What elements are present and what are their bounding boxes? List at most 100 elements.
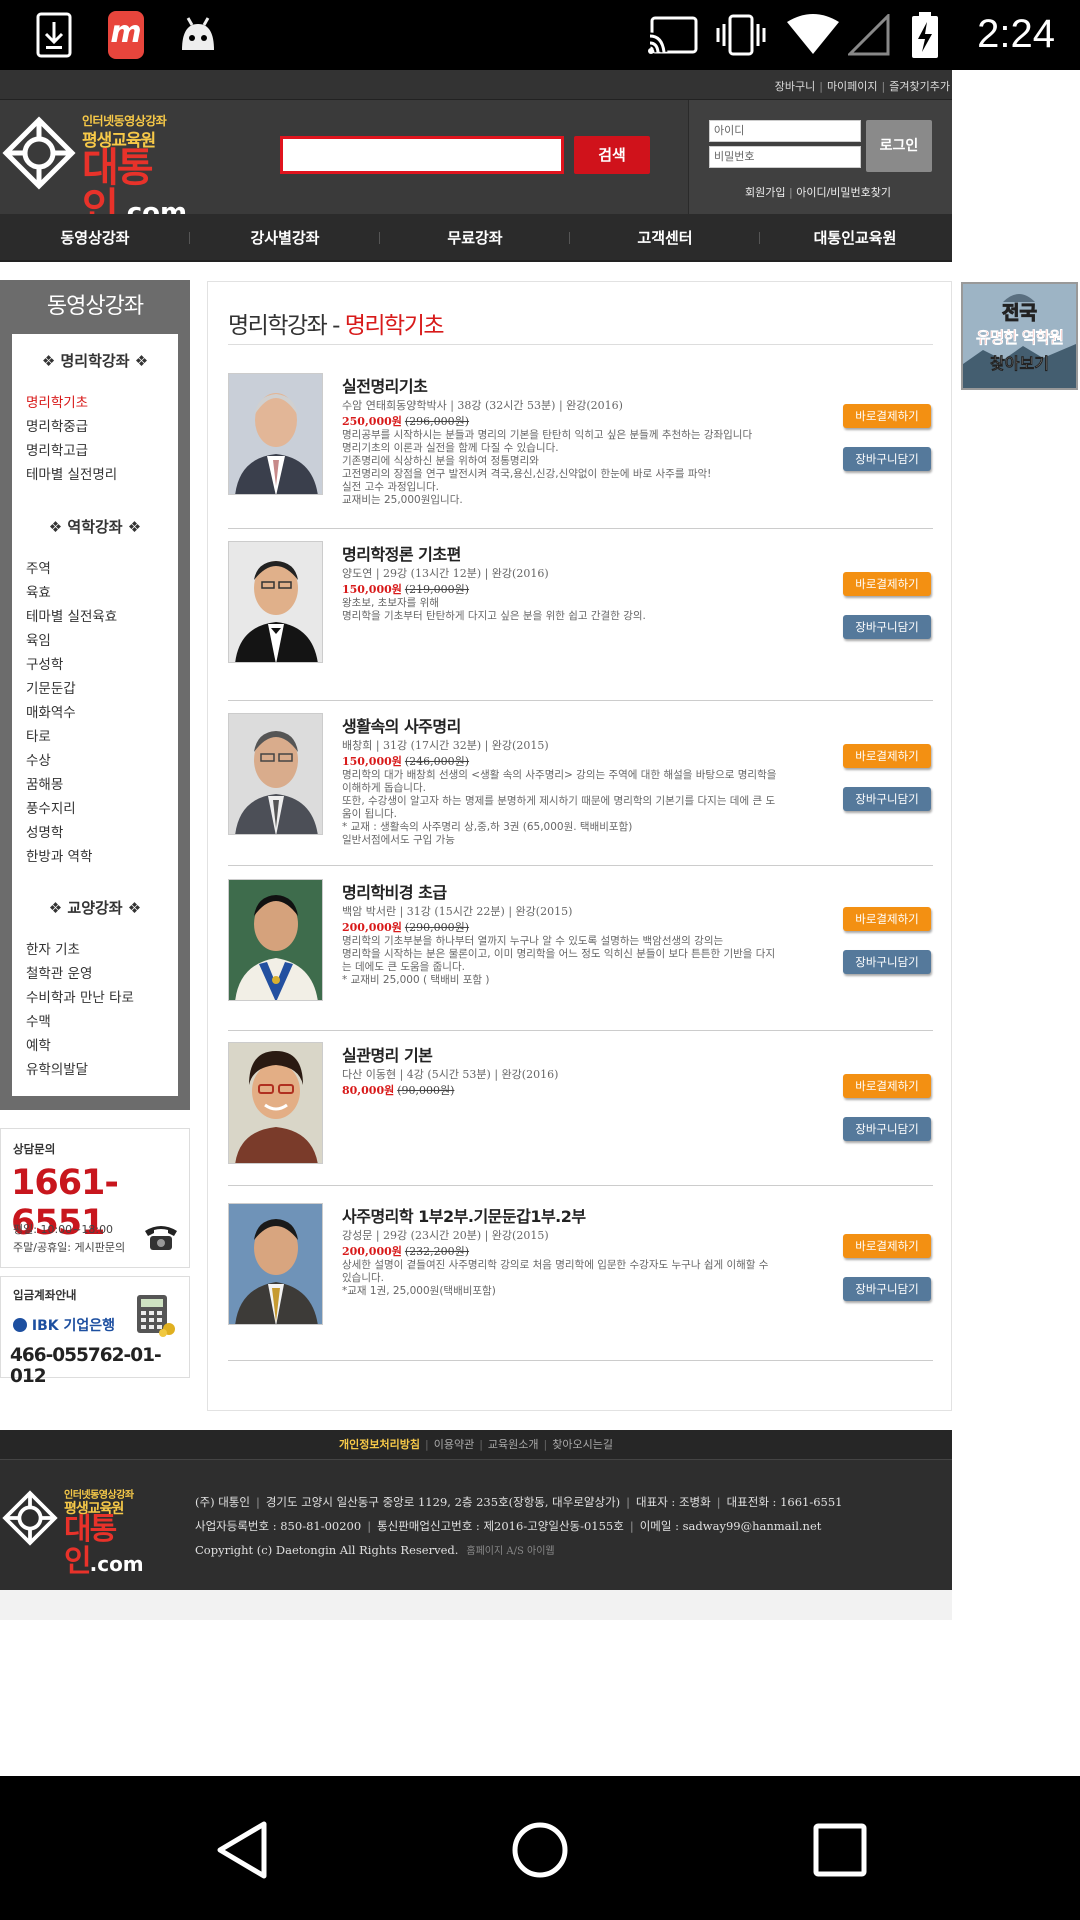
add-to-cart-button[interactable]: 장바구니담기 [843, 447, 931, 471]
footer-registration-info: 사업자등록번호 : 850-81-00200 | 통신판매업신고번호 : 제2016… [195, 1519, 822, 1533]
battery-charging-icon [912, 12, 938, 58]
mypage-link[interactable]: 마이페이지 [827, 80, 878, 93]
nav-institute[interactable]: 대통인교육원 [760, 214, 950, 262]
sidebar-item-yukhyo[interactable]: 육효 [26, 581, 51, 601]
user-id-field[interactable]: 아이디 [709, 120, 861, 142]
sidebar: 동영상강좌 ❖ 명리학강좌 ❖ 명리학기초 명리학중급 명리학고급 테마별 실전… [0, 280, 190, 1110]
nav-video-lectures[interactable]: 동영상강좌 [0, 214, 190, 262]
site-container: 장바구니 | 마이페이지 | 즐겨찾기추가 인터넷동영상강좌 평생교육원 대통인.com… [0, 70, 952, 1620]
instructor-photo[interactable] [228, 713, 323, 835]
sidebar-item-juyeok[interactable]: 주역 [26, 557, 51, 577]
sidebar-item-gimun[interactable]: 기문둔갑 [26, 677, 76, 697]
cart-link[interactable]: 장바구니 [775, 80, 815, 93]
sidebar-item-theme-yukhyo[interactable]: 테마별 실전육효 [26, 605, 117, 625]
add-to-cart-button[interactable]: 장바구니담기 [843, 1117, 931, 1141]
sidebar-item-naming[interactable]: 성명학 [26, 821, 63, 841]
sidebar-item-hanja[interactable]: 한자 기초 [26, 938, 80, 958]
ibk-logo-icon [13, 1318, 27, 1332]
home-icon[interactable] [510, 1820, 570, 1880]
recents-icon[interactable] [812, 1822, 868, 1878]
buy-now-button[interactable]: 바로결제하기 [843, 1074, 931, 1098]
sidebar-group-myeongri: ❖ 명리학강좌 ❖ [41, 352, 149, 370]
search-input[interactable] [280, 136, 564, 174]
sidebar-item-tarot[interactable]: 타로 [26, 725, 51, 745]
instructor-photo[interactable] [228, 1042, 323, 1164]
buy-now-button[interactable]: 바로결제하기 [843, 404, 931, 428]
privacy-policy-link[interactable]: 개인정보처리방침 [339, 1438, 420, 1451]
course-title[interactable]: 명리학비경 초급 [342, 879, 447, 903]
buy-now-button[interactable]: 바로결제하기 [843, 1234, 931, 1258]
terms-link[interactable]: 이용약관 [434, 1438, 474, 1451]
sidebar-item-dream[interactable]: 꿈해몽 [26, 773, 63, 793]
course-title[interactable]: 생활속의 사주명리 [342, 713, 461, 737]
search-button[interactable]: 검색 [574, 136, 650, 174]
site-logo[interactable]: 인터넷동영상강좌 평생교육원 대통인.com [2, 112, 232, 228]
page-title: 명리학강좌 - 명리학기초 [228, 313, 445, 339]
divider [228, 344, 933, 345]
sidebar-item-sumaek[interactable]: 수맥 [26, 1010, 51, 1030]
separator: | [479, 1438, 483, 1451]
instructor-photo[interactable] [228, 373, 323, 495]
course-title[interactable]: 사주명리학 1부2부.기문둔갑1부.2부 [342, 1203, 586, 1227]
add-to-cart-button[interactable]: 장바구니담기 [843, 615, 931, 639]
sidebar-item-numerology-tarot[interactable]: 수비학과 만난 타로 [26, 986, 134, 1006]
course-price: 80,000원 (90,000원) [342, 1084, 455, 1097]
add-to-cart-button[interactable]: 장바구니담기 [843, 950, 931, 974]
buy-now-button[interactable]: 바로결제하기 [843, 744, 931, 768]
course-title[interactable]: 명리학정론 기초편 [342, 541, 461, 565]
course-title[interactable]: 실관명리 기본 [342, 1042, 433, 1066]
about-link[interactable]: 교육원소개 [488, 1438, 539, 1451]
footer-credit[interactable]: 홈페이지 A/S 아이웹 [466, 1546, 554, 1557]
footer-copyright: Copyright (c) Daetongin All Rights Reser… [195, 1543, 555, 1557]
add-to-cart-button[interactable]: 장바구니담기 [843, 1277, 931, 1301]
instructor-photo[interactable] [228, 879, 323, 1001]
nav-customer-center[interactable]: 고객센터 [570, 214, 760, 262]
bank-name: IBK 기업은행 [13, 1315, 117, 1335]
vibrate-icon [716, 14, 766, 56]
instructor-photo[interactable] [228, 1203, 323, 1325]
course-price: 150,000원 (219,000원) [342, 583, 470, 596]
academy-finder-banner[interactable]: 전국 유명한 역학원 찾아보기 [961, 282, 1078, 390]
sidebar-item-herbal[interactable]: 한방과 역학 [26, 845, 92, 865]
sidebar-item-confucian[interactable]: 유학의발달 [26, 1058, 88, 1078]
instructor-photo[interactable] [228, 541, 323, 663]
footer-bottom-strip [0, 1590, 952, 1620]
sidebar-item-susang[interactable]: 수상 [26, 749, 51, 769]
top-links: 장바구니 | 마이페이지 | 즐겨찾기추가 [775, 78, 950, 94]
login-button[interactable]: 로그인 [866, 120, 932, 172]
course-title[interactable]: 실전명리기초 [342, 373, 428, 397]
sidebar-item-management[interactable]: 철학관 운영 [26, 962, 92, 982]
logo-emblem-icon [2, 1490, 58, 1546]
password-field[interactable]: 비밀번호 [709, 146, 861, 168]
top-links-bar: 장바구니 | 마이페이지 | 즐겨찾기추가 [0, 70, 952, 100]
buy-now-button[interactable]: 바로결제하기 [843, 907, 931, 931]
directions-link[interactable]: 찾아오시는길 [552, 1438, 613, 1451]
course-price: 150,000원 (246,000원) [342, 755, 470, 768]
nav-instructor-lectures[interactable]: 강사별강좌 [190, 214, 380, 262]
separator: | [788, 186, 793, 199]
back-icon[interactable] [212, 1820, 272, 1880]
sidebar-item-fengshui[interactable]: 풍수지리 [26, 797, 76, 817]
bookmark-link[interactable]: 즐겨찾기추가 [889, 80, 950, 93]
web-page: 장바구니 | 마이페이지 | 즐겨찾기추가 인터넷동영상강좌 평생교육원 대통인.com… [0, 70, 1080, 1776]
course-description: 왕초보, 초보자를 위해 명리학을 기초부터 탄탄하게 다지고 싶은 분을 위한… [342, 597, 646, 622]
course-price: 250,000원 (296,000원) [342, 415, 470, 428]
add-to-cart-button[interactable]: 장바구니담기 [843, 787, 931, 811]
join-link[interactable]: 회원가입 [745, 186, 785, 199]
sidebar-item-myeongri-intermediate[interactable]: 명리학중급 [26, 415, 88, 435]
nav-free-lectures[interactable]: 무료강좌 [380, 214, 570, 262]
wifi-icon [787, 14, 839, 54]
course-item: 명리학비경 초급 백암 박서란 | 31강 (15시간 22분) | 완강(20… [228, 879, 933, 1031]
sidebar-item-guseonghak[interactable]: 구성학 [26, 653, 63, 673]
sidebar-item-maehwa[interactable]: 매화역수 [26, 701, 76, 721]
sidebar-item-myeongri-basic[interactable]: 명리학기초 [26, 391, 88, 411]
sidebar-item-yehak[interactable]: 예학 [26, 1034, 51, 1054]
buy-now-button[interactable]: 바로결제하기 [843, 572, 931, 596]
consult-hours: 평일: 10:00~18:00 [13, 1223, 114, 1236]
sidebar-item-theme-myeongri[interactable]: 테마별 실전명리 [26, 463, 117, 483]
find-account-link[interactable]: 아이디/비밀번호찾기 [796, 186, 891, 199]
separator: | [543, 1438, 548, 1451]
sidebar-item-myeongri-advanced[interactable]: 명리학고급 [26, 439, 88, 459]
clock: 2:24 [977, 12, 1055, 56]
sidebar-item-yukim[interactable]: 육임 [26, 629, 51, 649]
